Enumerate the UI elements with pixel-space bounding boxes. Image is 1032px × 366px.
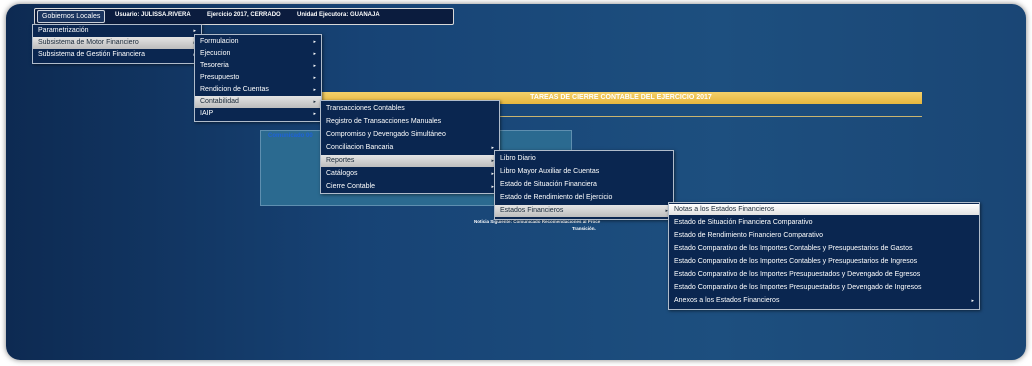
submenu-arrow-icon: ▸	[313, 75, 316, 81]
submenu-arrow-icon: ▸	[313, 39, 316, 45]
gobiernos-locales-button[interactable]: Gobiernos Locales	[37, 10, 106, 23]
submenu-arrow-icon: ▸	[313, 99, 316, 105]
menu-item-estados-financieros[interactable]: Estados Financieros ▸	[495, 205, 673, 217]
usuario-label: Usuario: JULISSA.RIVERA	[115, 12, 191, 18]
menu-item-conciliacion-bancaria[interactable]: Conciliacion Bancaria ▸	[321, 142, 499, 154]
menu-item-presupuesto[interactable]: Presupuesto ▸	[195, 72, 321, 84]
menu-item-contabilidad[interactable]: Contabilidad ▸	[195, 96, 321, 108]
menu-item-reportes[interactable]: Reportes ▸	[321, 155, 499, 167]
comunicado-link[interactable]: Comunicado 00	[268, 133, 313, 139]
menu-item-tesoreria[interactable]: Tesoreria ▸	[195, 60, 321, 72]
menu-item-comparativo-ingresos[interactable]: Estado Comparativo de los Importes Conta…	[669, 256, 979, 268]
menu-item-compromiso-devengado[interactable]: Compromiso y Devengado Simultáneo	[321, 129, 499, 141]
submenu-arrow-icon: ▸	[971, 298, 974, 304]
menu-level-3: Transacciones Contables Registro de Tran…	[320, 100, 500, 194]
submenu-arrow-icon: ▸	[313, 63, 316, 69]
unidad-ejecutora-label: Unidad Ejecutora: GUANAJA	[297, 12, 380, 18]
submenu-arrow-icon: ▸	[313, 87, 316, 93]
menu-level-4: Libro Diario Libro Mayor Auxiliar de Cue…	[494, 150, 674, 220]
menu-item-estado-situacion[interactable]: Estado de Situación Financiera	[495, 179, 673, 191]
menu-level-1: Parametrización ▸ Subsistema de Motor Fin…	[32, 24, 202, 64]
menu-item-motor-financiero[interactable]: Subsistema de Motor Financiero▸	[33, 37, 201, 49]
menu-item-presupuestados-ingresos[interactable]: Estado Comparativo de los Importes Presu…	[669, 282, 979, 294]
menu-item-presupuestados-egresos[interactable]: Estado Comparativo de los Importes Presu…	[669, 269, 979, 281]
menu-item-rendicion-cuentas[interactable]: Rendicion de Cuentas ▸	[195, 84, 321, 96]
submenu-arrow-icon: ▸	[313, 51, 316, 57]
menu-item-transacciones-contables[interactable]: Transacciones Contables	[321, 103, 499, 115]
menu-item-iaip[interactable]: IAIP ▸	[195, 108, 321, 120]
menu-item-rendimiento-comparativo[interactable]: Estado de Rendimiento Financiero Compara…	[669, 230, 979, 242]
menu-level-2: Formulacion ▸ Ejecucion ▸ Tesoreria ▸ Presu…	[194, 34, 322, 122]
menu-item-formulacion[interactable]: Formulacion ▸	[195, 36, 321, 48]
menu-item-comparativo-gastos[interactable]: Estado Comparativo de los Importes Conta…	[669, 243, 979, 255]
noticia-siguiente-cont: Transición.	[572, 226, 596, 231]
menu-item-parametrizacion[interactable]: Parametrización ▸	[33, 25, 201, 37]
menu-item-notas-estados[interactable]: Notas a los Estados Financieros	[669, 204, 979, 215]
menu-item-libro-diario[interactable]: Libro Diario	[495, 153, 673, 165]
menu-item-situacion-comparativo[interactable]: Estado de Situación Financiera Comparati…	[669, 217, 979, 229]
menu-item-registro-transacciones[interactable]: Registro de Transacciones Manuales	[321, 116, 499, 128]
menu-item-ejecucion[interactable]: Ejecucion ▸	[195, 48, 321, 60]
menu-level-5: Notas a los Estados Financieros Estado d…	[668, 202, 980, 310]
menu-item-estado-rendimiento[interactable]: Estado de Rendimiento del Ejercicio	[495, 192, 673, 204]
top-status-bar: Gobiernos Locales Usuario: JULISSA.RIVER…	[34, 8, 454, 25]
app-window: Gobiernos Locales Usuario: JULISSA.RIVER…	[6, 4, 1026, 360]
ejercicio-label: Ejercicio 2017, CERRADO	[207, 12, 281, 18]
menu-item-libro-mayor[interactable]: Libro Mayor Auxiliar de Cuentas	[495, 166, 673, 178]
submenu-arrow-icon: ▸	[313, 111, 316, 117]
menu-item-gestion-financiera[interactable]: Subsistema de Gestión Financiera▸	[33, 49, 201, 61]
menu-item-cierre-contable[interactable]: Cierre Contable ▸	[321, 181, 499, 193]
menu-item-anexos[interactable]: Anexos a los Estados Financieros ▸	[669, 295, 979, 307]
menu-item-catalogos[interactable]: Catálogos ▸	[321, 168, 499, 180]
